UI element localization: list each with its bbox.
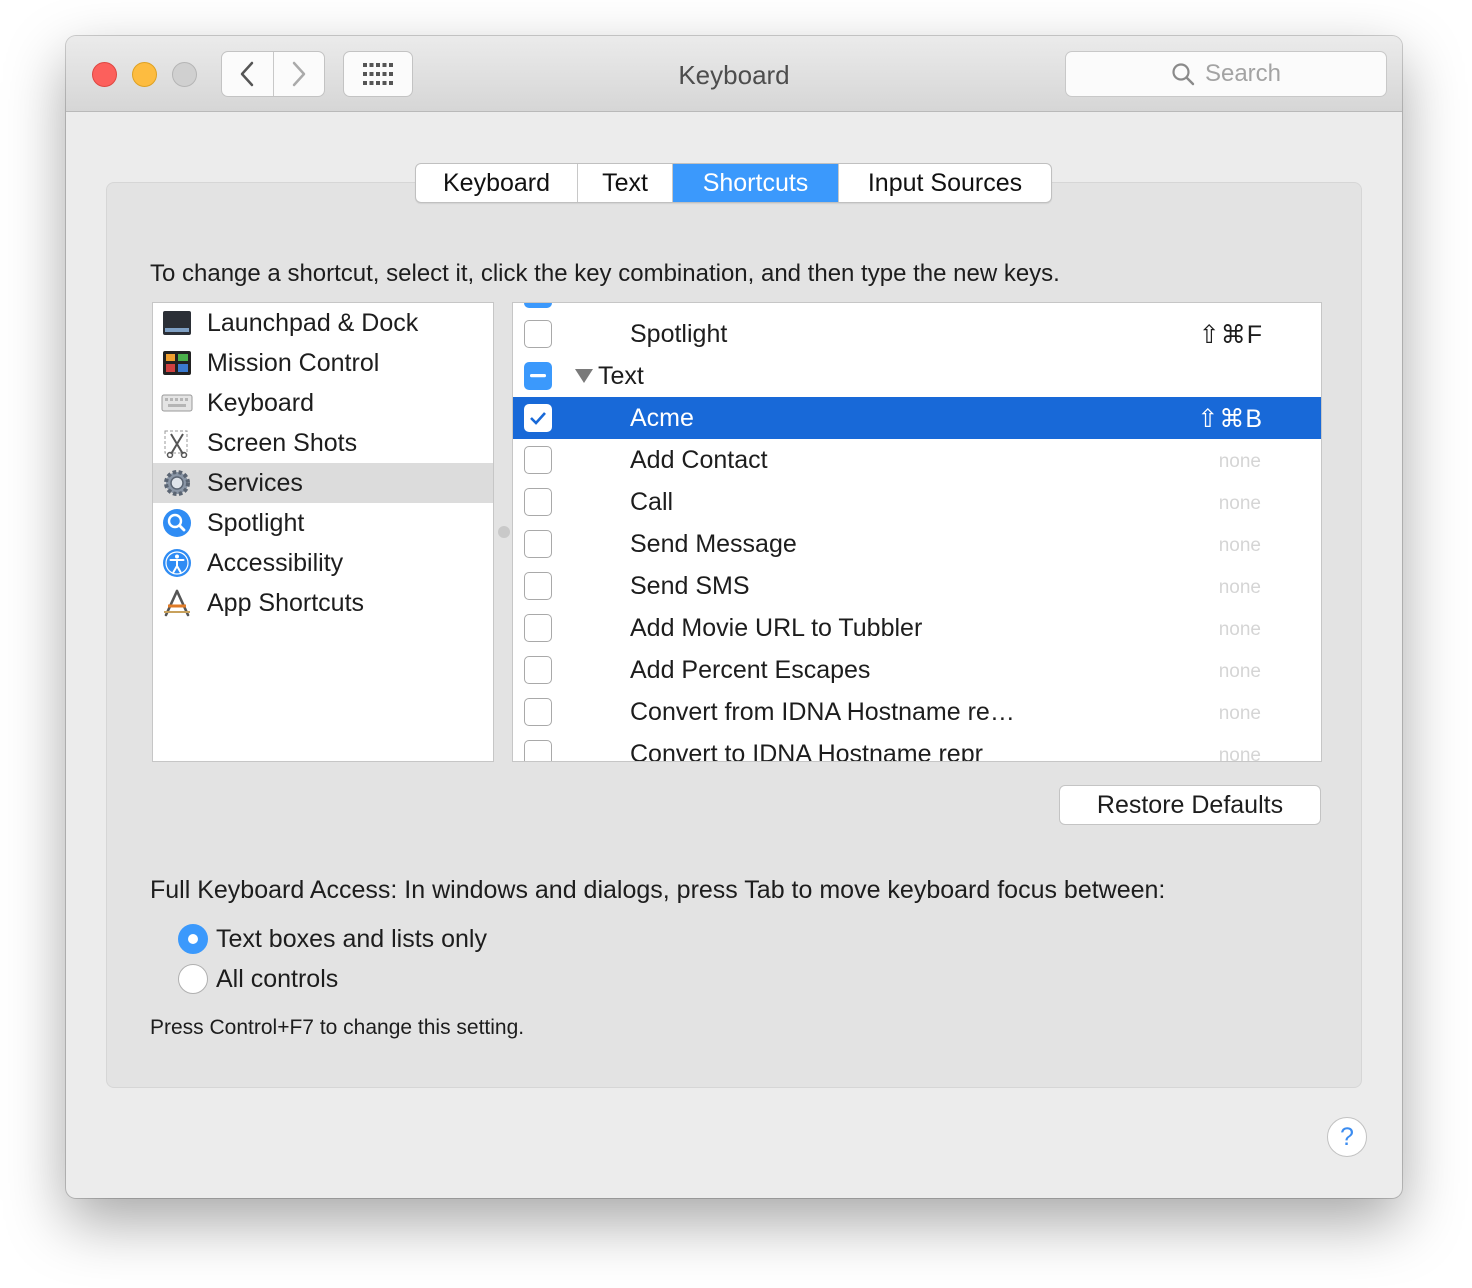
category-item-keyboard[interactable]: Keyboard [153, 383, 493, 423]
tab-input-sources[interactable]: Input Sources [838, 164, 1051, 202]
search-field[interactable]: Search [1065, 51, 1387, 97]
radio-button-selected[interactable] [178, 924, 208, 954]
radio-text-boxes-only[interactable]: Text boxes and lists only [178, 924, 487, 954]
shortcut-row-send-sms[interactable]: Send SMS none [513, 565, 1321, 607]
shortcut-label: Add Movie URL to Tubbler [630, 614, 923, 642]
category-label: Accessibility [207, 548, 344, 577]
checkbox[interactable] [524, 303, 552, 308]
shortcut-key[interactable]: none [1219, 451, 1261, 473]
restore-defaults-button[interactable]: Restore Defaults [1059, 785, 1321, 825]
category-item-app-shortcuts[interactable]: App Shortcuts [153, 583, 493, 623]
shortcut-key[interactable]: ⇧⌘B [1197, 404, 1263, 434]
keyboard-icon [161, 387, 193, 419]
group-label: Text [598, 362, 644, 390]
shortcut-key[interactable]: ⇧⌘F [1199, 320, 1263, 350]
shortcut-label: Acme [630, 404, 694, 432]
shortcut-row-send-message[interactable]: Send Message none [513, 523, 1321, 565]
category-label: Screen Shots [207, 428, 358, 457]
accessibility-icon [161, 547, 193, 579]
shortcut-key[interactable]: none [1219, 703, 1261, 725]
checkbox[interactable] [524, 698, 552, 726]
minus-icon [530, 374, 546, 378]
shortcut-group-text[interactable]: Text [513, 355, 1321, 397]
checkbox[interactable] [524, 740, 552, 761]
category-label: App Shortcuts [207, 588, 365, 617]
shortcut-key[interactable]: none [1219, 661, 1261, 683]
category-list[interactable]: Launchpad & Dock Mission Control Keyboar… [152, 302, 494, 762]
gear-icon [161, 467, 193, 499]
category-item-screen-shots[interactable]: Screen Shots [153, 423, 493, 463]
checkbox[interactable] [524, 488, 552, 516]
checkbox[interactable] [524, 572, 552, 600]
radio-label: All controls [216, 964, 339, 993]
search-icon [1172, 63, 1195, 86]
checkbox[interactable] [524, 656, 552, 684]
shortcut-key[interactable]: none [1219, 535, 1261, 557]
checkbox[interactable] [524, 404, 552, 432]
split-view-divider[interactable] [498, 526, 510, 538]
tab-keyboard[interactable]: Keyboard [416, 164, 577, 202]
mixed-checkbox[interactable] [524, 362, 552, 390]
radio-all-controls[interactable]: All controls [178, 964, 338, 994]
shortcut-row-convert-to-idna[interactable]: Convert to IDNA Hostname repr none [513, 733, 1321, 762]
launchpad-dock-icon [161, 307, 193, 339]
shortcut-label: Convert from IDNA Hostname re… [630, 698, 1015, 726]
shortcut-row-acme[interactable]: Acme ⇧⌘B [513, 397, 1321, 439]
shortcut-label: Call [630, 488, 674, 516]
shortcut-row-add-movie-url[interactable]: Add Movie URL to Tubbler none [513, 607, 1321, 649]
shortcut-row-convert-from-idna[interactable]: Convert from IDNA Hostname re… none [513, 691, 1321, 733]
category-label: Services [207, 468, 303, 497]
shortcut-label: Convert to IDNA Hostname repr [630, 740, 983, 762]
category-label: Keyboard [207, 388, 315, 417]
preferences-window: Keyboard Search Keyboard Text Shortcuts … [66, 36, 1402, 1198]
checkbox[interactable] [524, 530, 552, 558]
shortcut-list[interactable]: Spotlight ⇧⌘F Text Acme ⇧⌘B Add Contact … [512, 302, 1322, 762]
search-placeholder: Search [1204, 60, 1282, 87]
category-item-launchpad-dock[interactable]: Launchpad & Dock [153, 303, 493, 343]
spotlight-icon [161, 507, 193, 539]
shortcut-key[interactable]: none [1219, 493, 1261, 515]
checkbox[interactable] [524, 446, 552, 474]
tab-text[interactable]: Text [577, 164, 672, 202]
category-label: Launchpad & Dock [207, 308, 419, 337]
category-item-services[interactable]: Services [153, 463, 493, 503]
checkbox[interactable] [524, 320, 552, 348]
mission-control-icon [161, 347, 193, 379]
help-button[interactable]: ? [1327, 1117, 1367, 1157]
category-item-accessibility[interactable]: Accessibility [153, 543, 493, 583]
shortcut-row-call[interactable]: Call none [513, 481, 1321, 523]
category-item-spotlight[interactable]: Spotlight [153, 503, 493, 543]
control-f7-hint: Press Control+F7 to change this setting. [150, 1016, 525, 1039]
shortcut-row-add-percent-escapes[interactable]: Add Percent Escapes none [513, 649, 1321, 691]
checkmark-icon [530, 412, 546, 425]
shortcut-key[interactable]: none [1219, 745, 1261, 761]
disclosure-triangle-icon[interactable] [575, 369, 593, 383]
category-label: Mission Control [207, 348, 380, 377]
category-item-mission-control[interactable]: Mission Control [153, 343, 493, 383]
radio-label: Text boxes and lists only [216, 924, 487, 953]
tab-shortcuts[interactable]: Shortcuts [672, 164, 838, 202]
shortcut-label: Add Contact [630, 446, 768, 474]
full-keyboard-access-label: Full Keyboard Access: In windows and dia… [150, 876, 1166, 904]
title-bar: Keyboard Search [66, 36, 1402, 112]
shortcut-label: Add Percent Escapes [630, 656, 871, 684]
category-label: Spotlight [207, 508, 305, 537]
shortcut-key[interactable]: none [1219, 577, 1261, 599]
app-shortcuts-icon [161, 587, 193, 619]
shortcut-key[interactable]: none [1219, 619, 1261, 641]
shortcut-row-spotlight[interactable]: Spotlight ⇧⌘F [513, 313, 1321, 355]
shortcut-label: Send SMS [630, 572, 750, 600]
shortcut-label: Spotlight [630, 320, 728, 348]
instruction-text: To change a shortcut, select it, click t… [150, 260, 1060, 287]
screenshot-icon [161, 427, 193, 459]
radio-button[interactable] [178, 964, 208, 994]
shortcut-label: Send Message [630, 530, 797, 558]
tab-bar: Keyboard Text Shortcuts Input Sources [415, 163, 1052, 203]
checkbox[interactable] [524, 614, 552, 642]
shortcut-row-add-contact[interactable]: Add Contact none [513, 439, 1321, 481]
